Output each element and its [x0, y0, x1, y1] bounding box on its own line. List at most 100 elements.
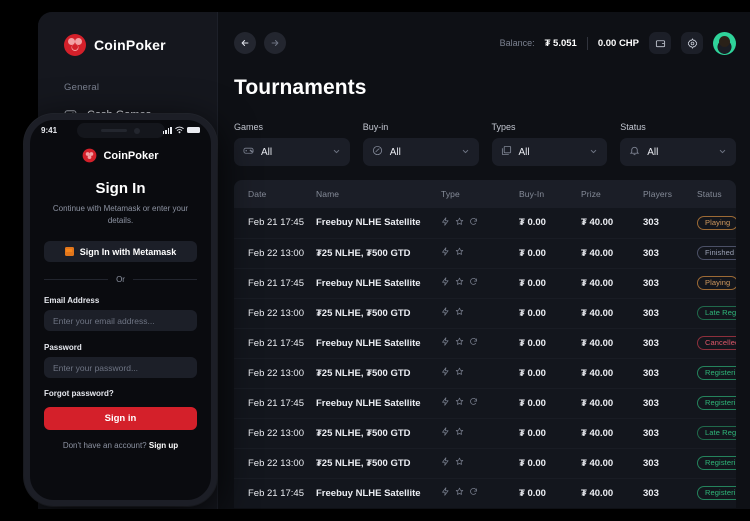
- star-icon: [455, 457, 464, 469]
- screenshot-root: CoinPoker General Cash Games: [0, 0, 750, 521]
- table-row[interactable]: Feb 22 13:00 ₮25 NLHE, ₮500 GTD ₮ 0.00 ₮ 40…: [234, 447, 736, 478]
- cell-status: Playing: [697, 208, 736, 238]
- col-date[interactable]: Date: [234, 180, 316, 208]
- cell-status: Registering: [697, 447, 736, 478]
- chevron-down-icon: [332, 147, 341, 158]
- metamask-signin-button[interactable]: Sign In with Metamask: [44, 241, 197, 262]
- table-row[interactable]: Feb 22 13:00 ₮25 NLHE, ₮500 GTD ₮ 0.00 ₮ 40…: [234, 297, 736, 328]
- star-icon: [455, 277, 464, 289]
- bolt-icon: [441, 217, 450, 229]
- filter-buyin-select[interactable]: All: [362, 138, 479, 166]
- layers-icon: [501, 143, 512, 161]
- cell-name: ₮25 NLHE, ₮500 GTD: [316, 357, 441, 388]
- main-content: Balance: ₮ 5.051 0.00 CHP Tournaments Ga…: [218, 12, 750, 509]
- type-icons: [441, 487, 478, 499]
- cell-type: [441, 417, 519, 448]
- divider-line-right: [132, 279, 198, 280]
- table-row[interactable]: Feb 21 17:45 Freebuy NLHE Satellite ₮ 0.00…: [234, 477, 736, 508]
- status-badge: Playing: [697, 215, 736, 230]
- cell-buyin: ₮ 0.00: [519, 477, 581, 508]
- balance-label: Balance:: [499, 38, 535, 48]
- status-badge: Registering: [697, 395, 736, 411]
- col-players[interactable]: Players: [643, 180, 697, 208]
- cell-name: Freebuy NLHE Satellite: [316, 267, 441, 298]
- forward-button[interactable]: [264, 32, 286, 54]
- col-type[interactable]: Type: [441, 180, 519, 208]
- table-row[interactable]: Feb 21 17:45 Freebuy NLHE Satellite ₮ 0.00…: [234, 208, 736, 238]
- table-row[interactable]: Feb 21 17:45 Freebuy NLHE Satellite ₮ 0.00…: [234, 327, 736, 358]
- sidebar-brand[interactable]: CoinPoker: [38, 12, 217, 56]
- table-row[interactable]: Feb 21 17:45 Freebuy NLHE Satellite ₮ 0.00…: [234, 267, 736, 298]
- email-label: Email Address: [44, 296, 100, 305]
- wallet-icon[interactable]: [649, 32, 671, 54]
- filter-games-select[interactable]: All: [234, 138, 350, 166]
- chp-balance-value: 0.00 CHP: [597, 37, 639, 49]
- cell-status: Late Reg.: [697, 417, 736, 448]
- status-badge: Playing: [697, 275, 736, 291]
- col-prize[interactable]: Prize: [581, 180, 643, 208]
- rebuy-icon: [469, 487, 478, 499]
- cell-buyin: ₮ 0.00: [519, 217, 546, 229]
- status-time: 9:41: [41, 125, 58, 135]
- gear-icon[interactable]: [681, 32, 703, 54]
- filter-games-label: Games: [234, 122, 264, 132]
- col-buyin[interactable]: Buy-In: [519, 180, 581, 208]
- status-badge: Registering: [697, 365, 736, 381]
- bell-icon: [629, 143, 640, 161]
- cell-players: 303: [643, 447, 697, 478]
- cell-players: 303: [643, 217, 659, 229]
- status-icons: [162, 121, 200, 139]
- filter-types-select[interactable]: All: [491, 138, 608, 166]
- wifi-icon: [175, 121, 184, 139]
- star-icon: [455, 427, 464, 439]
- forgot-password-link[interactable]: Forgot password?: [44, 389, 197, 398]
- table-row[interactable]: Feb 22 13:00 ₮25 NLHE, ₮500 GTD ₮ 0.00 ₮ 40…: [234, 357, 736, 388]
- email-field[interactable]: Enter your email address...: [44, 310, 197, 331]
- back-button[interactable]: [234, 32, 256, 54]
- filter-games-value: All: [261, 146, 273, 158]
- filter-status-select[interactable]: All: [620, 138, 736, 166]
- filter-types-label: Types: [491, 122, 516, 132]
- bolt-icon: [441, 337, 450, 349]
- chevron-down-icon: [461, 147, 470, 158]
- star-icon: [455, 487, 464, 499]
- bolt-icon: [441, 367, 450, 379]
- user-avatar[interactable]: [713, 31, 736, 55]
- col-status[interactable]: Status: [697, 180, 736, 208]
- cell-date: Feb 22 13:00: [234, 237, 316, 268]
- cell-buyin: ₮ 0.00: [519, 447, 581, 478]
- password-label: Password: [44, 343, 82, 352]
- cell-buyin: ₮ 0.00: [519, 267, 581, 298]
- or-label: Or: [116, 275, 125, 284]
- rebuy-icon: [469, 277, 478, 289]
- cell-status: Playing: [697, 267, 736, 298]
- type-icons: [441, 367, 464, 379]
- cell-status: Finished: [697, 237, 736, 268]
- sidebar-section-label: General: [64, 82, 100, 93]
- cell-name: ₮25 NLHE, ₮500 GTD: [316, 297, 441, 328]
- status-badge: Finished: [697, 245, 736, 261]
- cell-type: [441, 237, 519, 268]
- password-field[interactable]: Enter your password...: [44, 357, 197, 378]
- nav-buttons: [234, 32, 286, 54]
- col-name[interactable]: Name: [316, 180, 441, 208]
- status-badge: Late Reg.: [697, 425, 736, 441]
- cell-date: Feb 21 17:45: [248, 217, 304, 229]
- filter-types: Types All: [491, 122, 608, 166]
- cell-prize: ₮ 40.00: [581, 237, 643, 268]
- cell-prize: ₮ 40.00: [581, 387, 643, 418]
- status-badge: Registering: [697, 486, 736, 501]
- cell-date: Feb 22 13:00: [234, 297, 316, 328]
- table-row[interactable]: Feb 22 13:00 ₮25 NLHE, ₮500 GTD ₮ 0.00 ₮ 40…: [234, 237, 736, 268]
- table-row[interactable]: Feb 22 13:00 ₮25 NLHE, ₮500 GTD ₮ 0.00 ₮ 40…: [234, 417, 736, 448]
- cell-name: ₮25 NLHE, ₮500 GTD: [316, 447, 441, 478]
- cell-players: 303: [643, 417, 697, 448]
- cell-type: [441, 297, 519, 328]
- table-row[interactable]: Feb 21 17:45 Freebuy NLHE Satellite ₮ 0.00…: [234, 387, 736, 418]
- coinpoker-logo-icon: [64, 34, 86, 56]
- cell-date: Feb 21 17:45: [234, 387, 316, 418]
- signup-link[interactable]: Sign up: [149, 441, 178, 450]
- signin-button[interactable]: Sign in: [44, 407, 197, 430]
- cell-players: 303: [643, 357, 697, 388]
- cell-players: 303: [643, 387, 697, 418]
